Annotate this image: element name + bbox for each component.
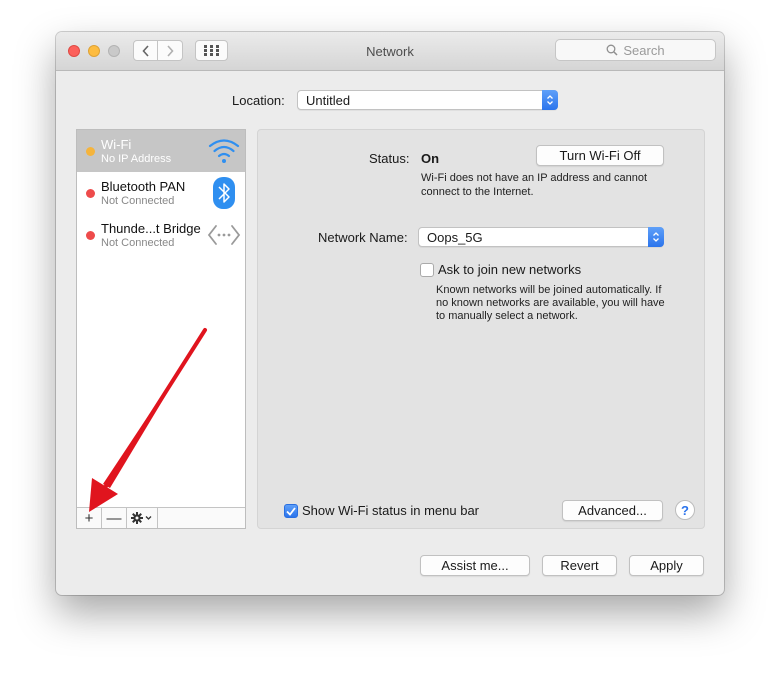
search-icon (606, 44, 618, 56)
service-item-thunderbolt-bridge[interactable]: Thunde...t Bridge Not Connected (77, 214, 245, 256)
ask-to-join-label: Ask to join new networks (438, 262, 582, 277)
action-menu-button[interactable] (127, 508, 158, 528)
status-dot (86, 189, 95, 198)
bluetooth-icon (207, 177, 241, 209)
remove-service-button[interactable]: — (102, 508, 127, 528)
wifi-icon (207, 135, 241, 167)
network-name-value: Oops_5G (427, 229, 483, 245)
network-name-popup[interactable]: Oops_5G (418, 227, 664, 247)
checkmark-icon (286, 506, 296, 516)
network-name-label: Network Name: (318, 230, 408, 245)
location-label: Location: (232, 93, 285, 108)
popup-arrows-icon (648, 227, 664, 247)
advanced-button[interactable]: Advanced... (562, 500, 663, 521)
title-bar: Network Search (56, 32, 724, 71)
wifi-detail-panel: Status: On Turn Wi-Fi Off Wi-Fi does not… (257, 129, 705, 529)
status-label: Status: (369, 151, 410, 166)
service-name: Bluetooth PAN (101, 179, 186, 194)
service-status: Not Connected (101, 237, 175, 249)
service-item-bluetooth-pan[interactable]: Bluetooth PAN Not Connected (77, 172, 245, 214)
service-list-toolbar: + — (77, 507, 245, 528)
status-dot (86, 147, 95, 156)
ask-join-note-line3: to manually select a network. (436, 310, 578, 322)
service-name: Thunde...t Bridge (101, 221, 201, 236)
service-list: Wi-Fi No IP Address Bluetooth PAN Not Co… (76, 129, 246, 529)
ask-join-note-line2: no known networks are available, you wil… (436, 297, 665, 309)
revert-button[interactable]: Revert (542, 555, 617, 576)
apply-button[interactable]: Apply (629, 555, 704, 576)
search-field[interactable]: Search (555, 39, 716, 61)
show-wifi-status-label: Show Wi-Fi status in menu bar (302, 503, 480, 518)
service-item-wifi[interactable]: Wi-Fi No IP Address (77, 130, 245, 172)
ask-join-note-line1: Known networks will be joined automatica… (436, 284, 662, 296)
help-button[interactable]: ? (675, 500, 695, 520)
network-preferences-window: Network Search Location: Untitled Wi-Fi … (56, 32, 724, 595)
add-service-button[interactable]: + (77, 508, 102, 528)
status-note-line1: Wi-Fi does not have an IP address and ca… (421, 172, 648, 184)
status-dot (86, 231, 95, 240)
location-popup[interactable]: Untitled (297, 90, 558, 110)
popup-arrows-icon (542, 90, 558, 110)
service-status: No IP Address (101, 153, 172, 165)
assist-me-button[interactable]: Assist me... (420, 555, 530, 576)
service-name: Wi-Fi (101, 137, 132, 152)
status-note-line2: connect to the Internet. (421, 186, 534, 198)
ask-to-join-checkbox[interactable] (420, 263, 434, 277)
show-wifi-status-checkbox[interactable] (284, 504, 298, 518)
thunderbolt-bridge-icon (207, 219, 241, 251)
service-status: Not Connected (101, 195, 175, 207)
gear-icon (131, 512, 152, 524)
location-value: Untitled (306, 92, 351, 108)
turn-wifi-off-button[interactable]: Turn Wi-Fi Off (536, 145, 664, 166)
status-value: On (421, 151, 440, 166)
search-placeholder: Search (623, 42, 665, 58)
